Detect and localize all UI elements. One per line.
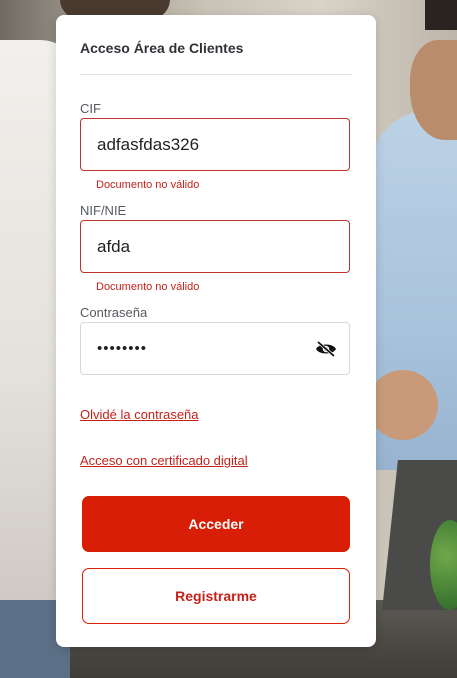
- nif-error-message: Documento no válido: [96, 281, 200, 293]
- digital-certificate-link[interactable]: Acceso con certificado digital: [80, 453, 248, 468]
- forgot-password-link[interactable]: Olvidé la contraseña: [80, 407, 199, 422]
- password-input[interactable]: [97, 340, 333, 357]
- login-card: Acceso Área de Clientes CIF Documento no…: [56, 15, 376, 647]
- cif-error-message: Documento no válido: [96, 179, 200, 191]
- password-label: Contraseña: [80, 305, 148, 320]
- eye-slash-icon[interactable]: [315, 340, 337, 357]
- nif-input[interactable]: [97, 236, 333, 257]
- cif-input[interactable]: [97, 134, 333, 155]
- password-field[interactable]: [80, 322, 350, 375]
- register-button[interactable]: Registrarme: [82, 568, 350, 624]
- nif-field[interactable]: [80, 220, 350, 273]
- card-title: Acceso Área de Clientes: [80, 40, 244, 56]
- divider: [80, 74, 352, 75]
- nif-label: NIF/NIE: [80, 203, 127, 218]
- cif-label: CIF: [80, 101, 101, 116]
- login-button[interactable]: Acceder: [82, 496, 350, 552]
- cif-field[interactable]: [80, 118, 350, 171]
